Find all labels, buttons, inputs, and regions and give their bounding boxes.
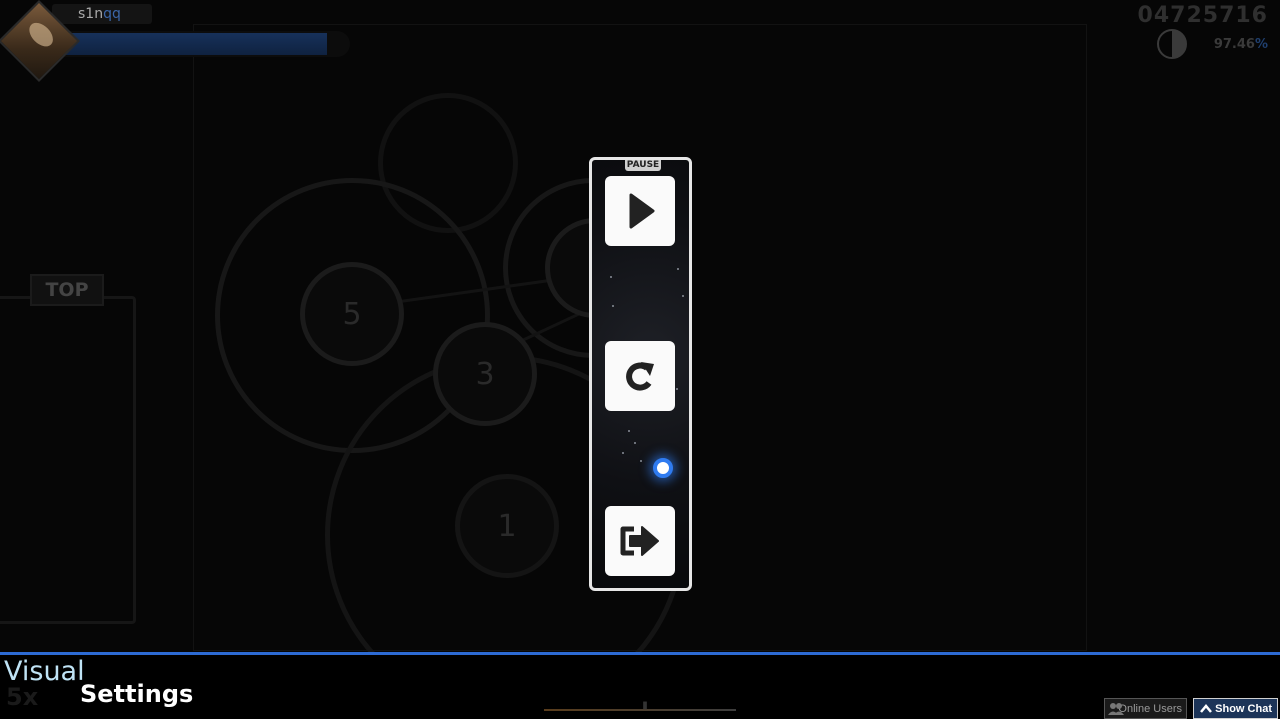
leaderboard-label: TOP [30, 274, 104, 306]
visual-settings-label[interactable]: Visual [4, 656, 85, 687]
score-counter: 04725716 [1137, 3, 1268, 28]
show-chat-button[interactable]: Show Chat [1193, 698, 1278, 719]
health-bar-fill [62, 33, 327, 55]
accuracy-display: 97.46% [1214, 37, 1268, 52]
cursor [653, 458, 673, 478]
health-bar [62, 31, 350, 57]
hit-circle-1: 1 [455, 474, 559, 578]
star-particle [634, 442, 636, 444]
player-name-accent: qq [103, 6, 121, 22]
player-name-text: s1n [78, 6, 104, 22]
star-particle [628, 430, 630, 432]
accuracy-symbol: % [1254, 37, 1268, 52]
hit-circle-3: 3 [433, 322, 537, 426]
star-particle [622, 452, 624, 454]
continue-button[interactable] [605, 176, 675, 246]
quit-button[interactable] [605, 506, 675, 576]
settings-label[interactable]: Settings [80, 680, 193, 708]
player-name: s1nqq [52, 4, 152, 24]
star-particle [682, 295, 684, 297]
star-particle [676, 388, 678, 390]
retry-button[interactable] [605, 341, 675, 411]
online-users-button[interactable]: Online Users [1104, 698, 1187, 719]
accuracy-value: 97.46 [1213, 37, 1255, 52]
pause-menu: PAUSE [589, 157, 692, 591]
hit-circle-5: 5 [300, 262, 404, 366]
leaderboard-panel [0, 296, 136, 624]
show-chat-label: Show Chat [1215, 702, 1272, 715]
retry-icon [626, 362, 654, 391]
chevron-up-icon [1200, 704, 1212, 713]
star-particle [610, 276, 612, 278]
star-particle [612, 305, 614, 307]
progress-pie-icon [1157, 29, 1187, 59]
online-users-label: Online Users [1118, 702, 1182, 715]
star-particle [677, 268, 679, 270]
star-particle [640, 460, 642, 462]
play-icon [629, 193, 655, 229]
exit-icon [620, 526, 659, 556]
progress-marker-icon: ▮ [642, 700, 648, 711]
combo-counter: 5x [6, 683, 39, 711]
pause-title: PAUSE [625, 160, 661, 171]
users-icon [1108, 703, 1124, 715]
